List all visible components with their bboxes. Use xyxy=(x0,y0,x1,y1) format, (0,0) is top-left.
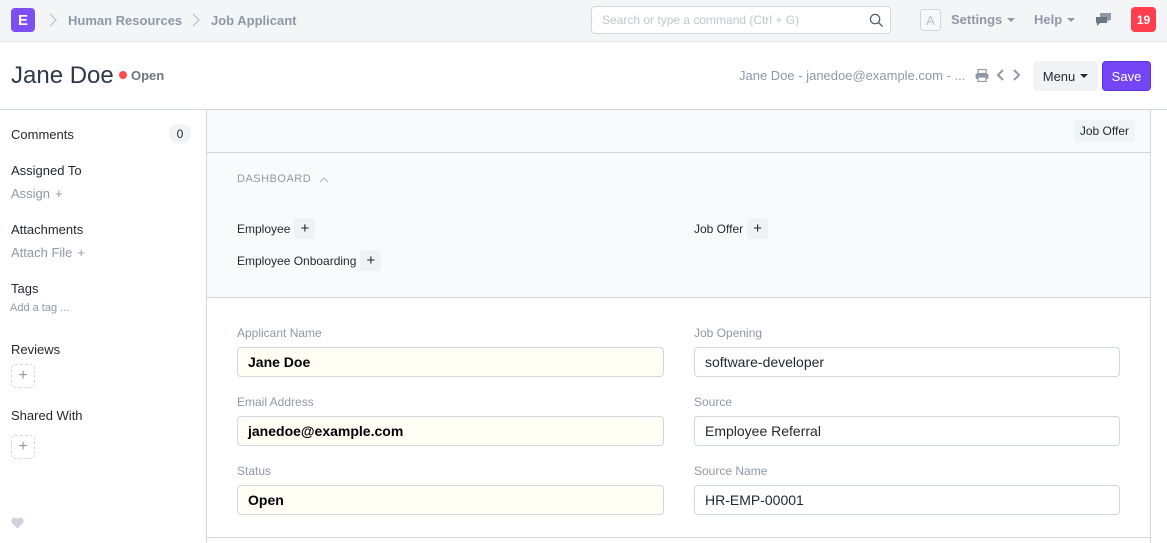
dashboard-toggle[interactable]: DASHBOARD xyxy=(237,173,329,185)
breadcrumb-job-applicant[interactable]: Job Applicant xyxy=(211,13,296,28)
app-logo[interactable]: E xyxy=(11,8,35,32)
help-label: Help xyxy=(1034,12,1063,27)
dashboard-heading: DASHBOARD xyxy=(237,173,312,185)
document-reference: Jane Doe - janedoe@example.com - ... xyxy=(739,68,966,83)
email-address-field[interactable]: janedoe@example.com xyxy=(237,416,664,446)
plus-icon: + xyxy=(366,252,376,269)
search-icon[interactable] xyxy=(869,13,884,28)
applicant-name-field[interactable]: Jane Doe xyxy=(237,347,664,377)
plus-icon: + xyxy=(18,438,28,455)
menu-label: Menu xyxy=(1042,68,1076,84)
add-job-offer-button[interactable]: + xyxy=(747,218,769,239)
settings-label: Settings xyxy=(951,12,1003,27)
dashboard-link-label[interactable]: Employee Onboarding xyxy=(237,254,356,268)
status-label: Status xyxy=(237,464,272,478)
email-address-label: Email Address xyxy=(237,395,314,409)
add-tag-link[interactable]: Add a tag ... xyxy=(10,302,69,314)
user-avatar[interactable]: A xyxy=(920,9,941,31)
comments-count: 0 xyxy=(169,124,191,144)
menu-button[interactable]: Menu xyxy=(1033,61,1098,91)
add-share-button[interactable]: + xyxy=(11,435,35,459)
settings-dropdown[interactable]: Settings xyxy=(951,12,1016,27)
assign-link[interactable]: Assign + xyxy=(11,186,63,201)
next-record-icon[interactable] xyxy=(1012,68,1021,82)
attach-file-link[interactable]: Attach File + xyxy=(11,245,85,260)
source-name-field[interactable]: HR-EMP-00001 xyxy=(694,485,1120,515)
attach-file-text: Attach File xyxy=(11,245,73,260)
notification-badge[interactable]: 19 xyxy=(1131,7,1156,32)
job-opening-field[interactable]: software-developer xyxy=(694,347,1120,377)
dashboard-link-employee-onboarding: Employee Onboarding + xyxy=(237,250,382,271)
help-dropdown[interactable]: Help xyxy=(1034,12,1076,27)
job-offer-button[interactable]: Job Offer xyxy=(1073,120,1135,142)
dashboard-link-label[interactable]: Job Offer xyxy=(694,222,743,236)
status-field[interactable]: Open xyxy=(237,485,664,515)
form-toolbar: Job Offer xyxy=(207,110,1150,153)
plus-icon: + xyxy=(753,220,763,237)
tags-label: Tags xyxy=(11,281,39,296)
page-head: Jane Doe Open Jane Doe - janedoe@example… xyxy=(0,42,1167,110)
navbar: E Human Resources Job Applicant A Settin… xyxy=(0,0,1167,42)
add-employee-onboarding-button[interactable]: + xyxy=(360,250,382,271)
plus-icon: + xyxy=(55,186,63,201)
applicant-name-label: Applicant Name xyxy=(237,326,322,340)
status-indicator-icon xyxy=(119,71,127,79)
breadcrumb-human-resources[interactable]: Human Resources xyxy=(68,13,182,28)
page-title: Jane Doe xyxy=(11,62,114,89)
reviews-label: Reviews xyxy=(11,342,61,357)
status-badge: Open xyxy=(131,68,165,83)
assigned-to-label: Assigned To xyxy=(11,163,82,178)
plus-icon: + xyxy=(300,220,310,237)
source-name-label: Source Name xyxy=(694,464,768,478)
plus-icon: + xyxy=(77,245,86,260)
caret-down-icon xyxy=(1080,74,1089,78)
add-review-button[interactable]: + xyxy=(11,364,35,388)
like-heart-icon[interactable] xyxy=(11,517,24,529)
source-label: Source xyxy=(694,395,733,409)
form-main: Job Offer DASHBOARD Employee + Employee … xyxy=(206,110,1151,543)
plus-icon: + xyxy=(18,367,28,384)
breadcrumb-chevron-icon xyxy=(49,13,57,27)
breadcrumb-chevron-icon xyxy=(192,13,200,27)
search-input[interactable] xyxy=(592,7,852,33)
caret-down-icon xyxy=(1007,17,1016,22)
comments-label: Comments xyxy=(11,127,74,142)
source-field[interactable]: Employee Referral xyxy=(694,416,1120,446)
dashboard-section: DASHBOARD Employee + Employee Onboarding… xyxy=(207,153,1150,298)
add-employee-button[interactable]: + xyxy=(294,218,316,239)
save-button[interactable]: Save xyxy=(1102,61,1151,91)
chevron-up-icon xyxy=(319,176,329,183)
form-sidebar: Comments 0 Assigned To Assign + Attachme… xyxy=(0,111,207,543)
print-icon[interactable] xyxy=(975,69,989,82)
dashboard-link-employee: Employee + xyxy=(237,218,316,239)
job-opening-label: Job Opening xyxy=(694,326,763,340)
form-section: Applicant Name Jane Doe Email Address ja… xyxy=(207,298,1150,538)
previous-record-icon[interactable] xyxy=(996,68,1005,82)
chat-icon[interactable] xyxy=(1095,12,1112,27)
search-box xyxy=(591,6,891,34)
attachments-label: Attachments xyxy=(11,222,84,237)
dashboard-link-job-offer: Job Offer + xyxy=(694,218,769,239)
shared-with-label: Shared With xyxy=(11,408,83,423)
dashboard-link-label[interactable]: Employee xyxy=(237,222,290,236)
assign-link-text: Assign xyxy=(11,186,51,201)
caret-down-icon xyxy=(1067,17,1076,22)
